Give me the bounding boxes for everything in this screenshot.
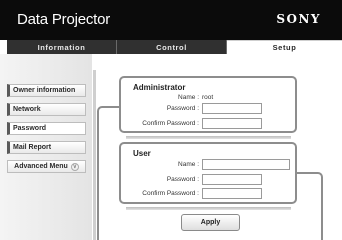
- section-divider: [126, 136, 291, 139]
- admin-name-label: Name :: [178, 94, 199, 101]
- user-confirm-password-field[interactable]: [202, 188, 262, 199]
- sidebar-item-label: Advanced Menu: [14, 163, 68, 170]
- header-bar: Data Projector SONY: [0, 0, 342, 40]
- connector-line: [97, 106, 119, 240]
- sidebar-item-owner-information[interactable]: Owner information: [7, 84, 86, 97]
- administrator-title: Administrator: [133, 83, 186, 92]
- user-password-label: Password :: [166, 176, 199, 183]
- administrator-panel: Administrator Name : root Password : Con…: [119, 76, 297, 133]
- tab-information[interactable]: Information: [7, 40, 117, 54]
- connector-line: [297, 172, 323, 240]
- user-password-field[interactable]: [202, 174, 262, 185]
- admin-password-field[interactable]: [202, 103, 262, 114]
- user-panel: User Name : Password : Confirm Password …: [119, 142, 297, 204]
- apply-button[interactable]: Apply: [181, 214, 240, 231]
- sidebar-item-network[interactable]: Network: [7, 103, 86, 116]
- section-divider: [126, 207, 291, 210]
- admin-confirm-password-label: Confirm Password :: [142, 120, 199, 127]
- sidebar-item-password[interactable]: Password: [7, 122, 86, 135]
- tab-control[interactable]: Control: [117, 40, 227, 54]
- user-confirm-password-label: Confirm Password :: [142, 190, 199, 197]
- admin-confirm-password-field[interactable]: [202, 118, 262, 129]
- user-name-field[interactable]: [202, 159, 290, 170]
- tab-setup[interactable]: Setup: [227, 40, 342, 54]
- sidebar-divider: [93, 70, 96, 240]
- admin-name-value: root: [202, 94, 214, 101]
- tab-bar: Information Control Setup: [7, 40, 342, 54]
- admin-password-label: Password :: [166, 105, 199, 112]
- sidebar-item-mail-report[interactable]: Mail Report: [7, 141, 86, 154]
- user-title: User: [133, 149, 151, 158]
- brand-logo: SONY: [276, 12, 321, 26]
- app-title: Data Projector: [17, 11, 111, 28]
- sidebar-item-advanced-menu[interactable]: Advanced Menu ∨: [7, 160, 86, 173]
- chevron-down-icon: ∨: [70, 162, 79, 171]
- user-name-label: Name :: [178, 161, 199, 168]
